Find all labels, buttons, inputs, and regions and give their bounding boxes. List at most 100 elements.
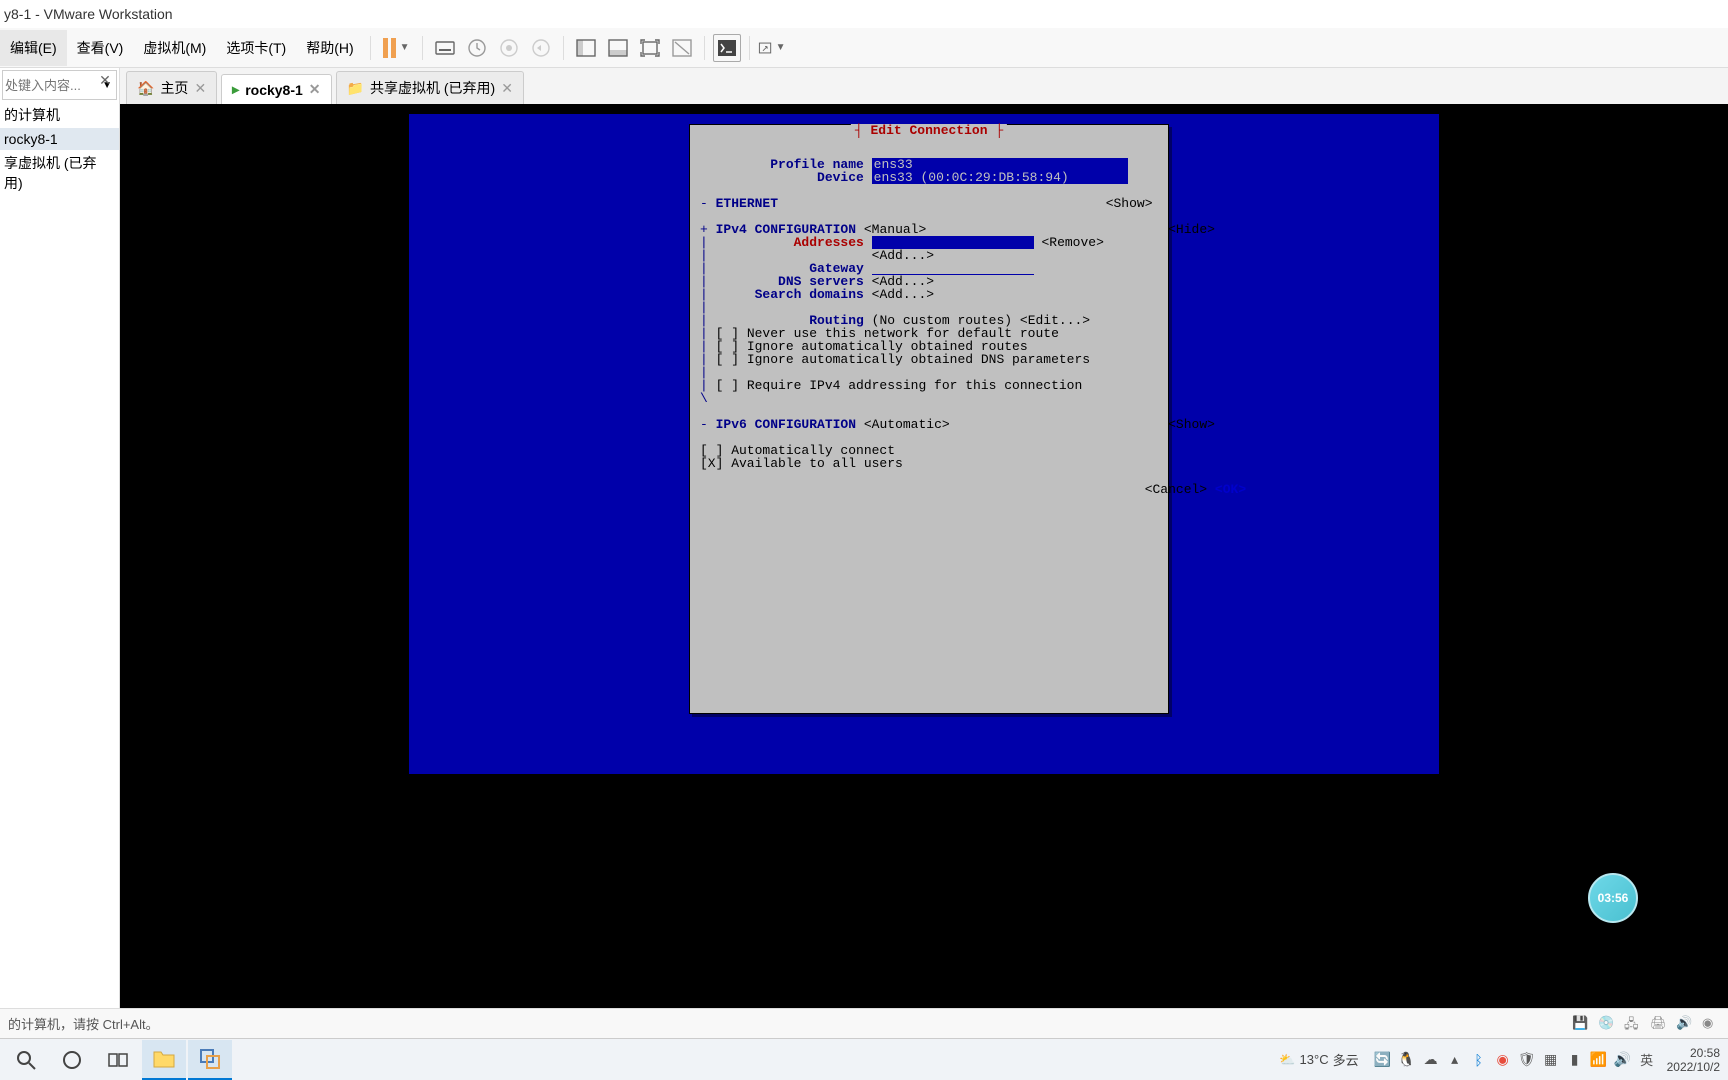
fullscreen-icon[interactable] (636, 34, 664, 62)
statusbar: 的计算机，请按 Ctrl+Alt。 💾 💿 🖧 🖨 🔊 ◉ (0, 1008, 1728, 1038)
vm-display-area[interactable]: ┤ Edit Connection ├ Profile name ens33 D… (120, 104, 1728, 1008)
pause-vm-button[interactable]: ▼ (383, 38, 410, 58)
snapshot-manager-icon[interactable] (495, 34, 523, 62)
cloud-icon[interactable]: ☁ (1421, 1050, 1441, 1070)
menu-vm[interactable]: 虚拟机(M) (133, 30, 216, 66)
sidebar-item-mycomputer[interactable]: 的计算机 (0, 102, 119, 128)
close-icon[interactable]: ✕ (194, 80, 206, 97)
sidebar-item-rocky8-1[interactable]: rocky8-1 (0, 128, 119, 150)
security-icon[interactable]: ◉ (1493, 1050, 1513, 1070)
search-add-button[interactable]: <Add...> (872, 287, 934, 302)
separator (422, 36, 423, 60)
nmtui-edit-connection-dialog: ┤ Edit Connection ├ Profile name ens33 D… (689, 124, 1169, 714)
clock-date: 2022/10/2 (1667, 1060, 1720, 1074)
wifi-icon[interactable]: 📶 (1589, 1050, 1609, 1070)
status-text: 的计算机，请按 Ctrl+Alt。 (8, 1014, 159, 1033)
menubar: 编辑(E) 查看(V) 虚拟机(M) 选项卡(T) 帮助(H) ▼ ▼ (0, 28, 1728, 68)
separator (704, 36, 705, 60)
revert-snapshot-icon[interactable] (527, 34, 555, 62)
volume-icon[interactable]: 🔊 (1613, 1050, 1633, 1070)
ethernet-section-header: ETHERNET (716, 196, 778, 211)
ime-indicator[interactable]: 英 (1637, 1050, 1657, 1070)
thumbnail-view-icon[interactable] (604, 34, 632, 62)
printer-icon[interactable]: 🖨 (1650, 1015, 1668, 1033)
bluetooth-icon[interactable]: ᛒ (1469, 1050, 1489, 1070)
menu-help[interactable]: 帮助(H) (296, 30, 363, 66)
sync-icon[interactable]: 🔄 (1373, 1050, 1393, 1070)
library-sidebar: ✕ ▼ 的计算机 rocky8-1 享虚拟机 (已弃用) (0, 68, 120, 1008)
tab-label: rocky8-1 (245, 82, 303, 98)
weather-temp: 13°C (1300, 1052, 1329, 1067)
close-icon[interactable]: ✕ (501, 80, 513, 97)
unity-icon[interactable] (668, 34, 696, 62)
tab-label: 主页 (160, 78, 188, 98)
app-icon[interactable]: ▦ (1541, 1050, 1561, 1070)
device-label: Device (817, 170, 864, 185)
clock-time: 20:58 (1667, 1046, 1720, 1060)
file-explorer-icon[interactable] (142, 1040, 186, 1080)
cancel-button[interactable]: <Cancel> (1145, 482, 1207, 497)
tab-rocky8-1[interactable]: ▸ rocky8-1 ✕ (221, 74, 331, 104)
separator (370, 36, 371, 60)
weather-desc: 多云 (1333, 1050, 1359, 1069)
menu-tabs[interactable]: 选项卡(T) (216, 30, 296, 66)
windows-taskbar: ⛅ 13°C 多云 🔄 🐧 ☁ ▴ ᛒ ◉ 🛡 ▦ ▮ 📶 🔊 英 20:58 … (0, 1038, 1728, 1080)
timer-overlay: 03:56 (1588, 873, 1638, 923)
console-view-icon[interactable] (713, 34, 741, 62)
sidebar-item-shared[interactable]: 享虚拟机 (已弃用) (0, 150, 119, 196)
device-input[interactable]: ens33 (00:0C:29:DB:58:94) (872, 171, 1128, 184)
cortana-icon[interactable] (50, 1040, 94, 1080)
snapshot-icon[interactable] (463, 34, 491, 62)
tab-label: 共享虚拟机 (已弃用) (370, 78, 495, 98)
separator (749, 36, 750, 60)
menu-edit[interactable]: 编辑(E) (0, 30, 67, 66)
tab-shared[interactable]: 📁 共享虚拟机 (已弃用) ✕ (336, 71, 524, 104)
close-icon[interactable]: ✕ (309, 81, 321, 98)
close-icon[interactable]: ✕ (95, 72, 115, 89)
checkbox-ignore-dns[interactable]: [ ] Ignore automatically obtained DNS pa… (716, 352, 1090, 367)
network-adapter-icon[interactable]: 🖧 (1624, 1015, 1642, 1033)
address-add-button[interactable]: <Add...> (872, 248, 934, 263)
dialog-title: ┤ Edit Connection ├ (851, 124, 1007, 137)
vm-icon: ▸ (232, 81, 239, 98)
window-title: y8-1 - VMware Workstation (4, 6, 173, 22)
battery-icon[interactable]: ▮ (1565, 1050, 1585, 1070)
shared-icon: 📁 (347, 80, 364, 97)
weather-widget[interactable]: ⛅ 13°C 多云 (1279, 1050, 1358, 1069)
search-input[interactable] (3, 76, 83, 95)
vmware-icon[interactable] (188, 1040, 232, 1080)
search-domains-label: Search domains (755, 287, 864, 302)
ipv6-section-header: IPv6 CONFIGURATION (716, 417, 856, 432)
send-ctrl-alt-del-icon[interactable] (431, 34, 459, 62)
chevron-down-icon: ▼ (776, 42, 786, 53)
weather-icon: ⛅ (1279, 1052, 1295, 1068)
tab-home[interactable]: 🏠 主页 ✕ (126, 71, 217, 104)
home-icon: 🏠 (137, 80, 154, 97)
cd-icon[interactable]: 💿 (1598, 1015, 1616, 1033)
show-library-icon[interactable] (572, 34, 600, 62)
ethernet-show-button[interactable]: <Show> (1106, 196, 1153, 211)
ipv6-show-button[interactable]: <Show> (1168, 417, 1215, 432)
task-view-icon[interactable] (96, 1040, 140, 1080)
separator (563, 36, 564, 60)
ipv6-mode-select[interactable]: <Automatic> (864, 417, 950, 432)
stretch-icon[interactable]: ▼ (758, 34, 786, 62)
system-clock[interactable]: 20:58 2022/10/2 (1667, 1046, 1720, 1074)
sound-icon[interactable]: 🔊 (1676, 1015, 1694, 1033)
ok-button[interactable]: <OK> (1215, 482, 1246, 497)
defender-icon[interactable]: 🛡 (1517, 1050, 1537, 1070)
tray-up-icon[interactable]: ▴ (1445, 1050, 1465, 1070)
chevron-down-icon: ▼ (400, 42, 410, 53)
search-icon[interactable] (4, 1040, 48, 1080)
titlebar: y8-1 - VMware Workstation (0, 0, 1728, 28)
ipv4-mode-select[interactable]: <Manual> (864, 222, 926, 237)
ipv4-hide-button[interactable]: <Hide> (1168, 222, 1215, 237)
checkbox-require-ipv4[interactable]: [ ] Require IPv4 addressing for this con… (716, 378, 1083, 393)
menu-view[interactable]: 查看(V) (67, 30, 134, 66)
checkbox-all-users[interactable]: [X] Available to all users (700, 456, 903, 471)
address-remove-button[interactable]: <Remove> (1041, 235, 1103, 250)
disk-icon[interactable]: 💾 (1572, 1015, 1590, 1033)
qq-icon[interactable]: 🐧 (1397, 1050, 1417, 1070)
vm-console[interactable]: ┤ Edit Connection ├ Profile name ens33 D… (409, 114, 1439, 774)
usb-icon[interactable]: ◉ (1702, 1015, 1720, 1033)
